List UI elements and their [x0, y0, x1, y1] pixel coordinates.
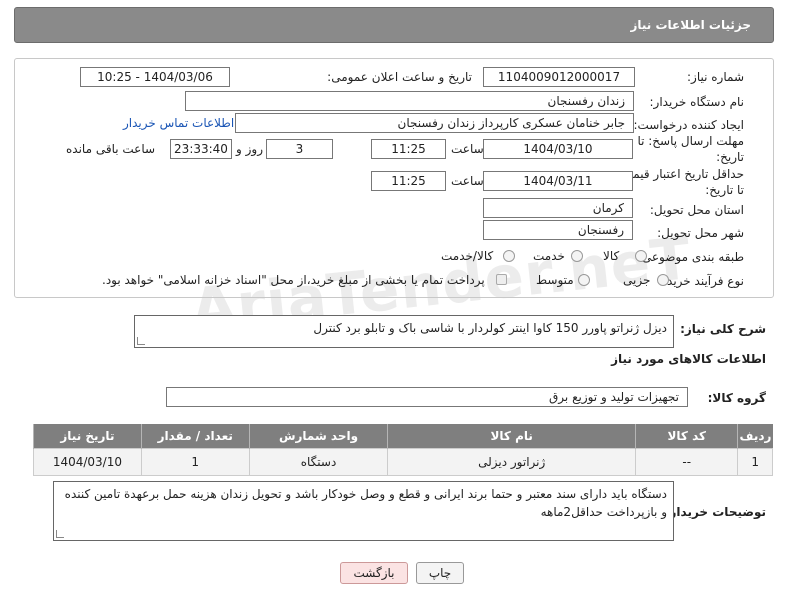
goods-table: ردیف کد کالا نام کالا واحد شمارش تعداد /… — [33, 424, 773, 476]
col-header-row-number: ردیف — [737, 424, 773, 449]
col-header-item-name: نام کالا — [387, 424, 636, 449]
reply-date-field[interactable]: 1404/03/10 — [483, 139, 633, 159]
reply-deadline-label-1: مهلت ارسال پاسخ: تا — [637, 134, 744, 148]
category-option-goods: کالا — [603, 249, 620, 263]
province-label: استان محل تحویل: — [649, 203, 744, 217]
col-header-item-code: کد کالا — [634, 424, 738, 449]
reply-deadline-label-2: تاریخ: — [716, 150, 744, 164]
price-date-field[interactable]: 1404/03/11 — [483, 171, 633, 191]
reply-days-label: روز و — [236, 142, 263, 156]
category-option-service: خدمت — [533, 249, 565, 263]
need-number-label: شماره نیاز: — [687, 70, 744, 84]
process-radio-medium[interactable] — [578, 274, 590, 286]
buyer-notes-text: دستگاه باید دارای سند معتبر و حتما برند … — [64, 487, 667, 519]
page-title: جزئیات اطلاعات نیاز — [630, 18, 751, 32]
requester-field[interactable]: جابر خنامان عسکری کارپرداز زندان رفسنجان — [235, 113, 634, 133]
city-field[interactable]: رفسنجان — [483, 220, 633, 240]
need-number-field[interactable]: 1104009012000017 — [483, 67, 635, 87]
province-field[interactable]: کرمان — [483, 198, 633, 218]
buyer-notes-label: توضیحات خریدار: — [664, 505, 766, 519]
buyer-org-label: نام دستگاه خریدار: — [649, 95, 745, 109]
price-time-label: ساعت — [451, 174, 484, 188]
requester-label: ایجاد کننده درخواست: — [633, 118, 744, 132]
goods-group-field[interactable]: تجهیزات تولید و توزیع برق — [166, 387, 688, 407]
category-radio-both[interactable] — [503, 250, 515, 262]
announce-datetime-label: تاریخ و ساعت اعلان عمومی: — [327, 70, 472, 84]
category-radio-service[interactable] — [571, 250, 583, 262]
col-header-unit: واحد شمارش — [248, 424, 388, 449]
category-option-both: کالا/خدمت — [441, 249, 494, 263]
print-button[interactable]: چاپ — [416, 562, 464, 584]
treasury-checkbox[interactable] — [496, 274, 507, 285]
buyer-notes-field[interactable]: دستگاه باید دارای سند معتبر و حتما برند … — [53, 481, 674, 541]
reply-days-field[interactable]: 3 — [266, 139, 333, 159]
resize-handle-icon[interactable] — [137, 337, 145, 345]
buyer-org-field[interactable]: زندان رفسنجان — [185, 91, 634, 111]
reply-time-field[interactable]: 11:25 — [371, 139, 446, 159]
resize-handle-icon[interactable] — [56, 530, 64, 538]
table-row[interactable]: 1 -- ژنراتور دیزلی دستگاه 1 1404/03/10 — [33, 448, 773, 476]
reply-time-label: ساعت — [451, 142, 484, 156]
description-text: دیزل ژنراتو پاورر 150 کاوا اینتر کولردار… — [313, 321, 667, 335]
col-header-need-date: تاریخ نیاز — [33, 424, 142, 449]
remaining-time-label: ساعت باقی مانده — [66, 142, 156, 156]
category-label: طبقه بندی موضوعی: — [637, 250, 744, 264]
back-button[interactable]: بازگشت — [340, 562, 408, 584]
city-label: شهر محل تحویل: — [657, 226, 744, 240]
cell-item-name: ژنراتور دیزلی — [387, 448, 636, 476]
cell-need-date: 1404/03/10 — [33, 448, 142, 476]
price-validity-label-1: حداقل تاریخ اعتبار قیمت: — [617, 167, 744, 181]
goods-section-title: اطلاعات کالاهای مورد نیاز — [611, 352, 766, 366]
cell-quantity: 1 — [140, 448, 250, 476]
category-radio-goods[interactable] — [635, 250, 647, 262]
goods-group-label: گروه کالا: — [707, 391, 766, 405]
announce-datetime-field[interactable]: 1404/03/06 - 10:25 — [80, 67, 230, 87]
process-option-minor: جزیی — [623, 273, 651, 287]
cell-row-number: 1 — [737, 448, 773, 476]
description-label: شرح کلی نیاز: — [680, 322, 766, 336]
treasury-note: پرداخت تمام یا بخشی از مبلغ خرید،از محل … — [102, 273, 485, 287]
cell-item-code: -- — [634, 448, 739, 476]
description-field[interactable]: دیزل ژنراتو پاورر 150 کاوا اینتر کولردار… — [134, 315, 674, 348]
col-header-quantity: تعداد / مقدار — [140, 424, 250, 449]
table-header-row: ردیف کد کالا نام کالا واحد شمارش تعداد /… — [33, 424, 773, 449]
process-option-medium: متوسط — [536, 273, 574, 287]
buyer-contact-link[interactable]: اطلاعات تماس خریدار — [123, 116, 234, 130]
process-radio-minor[interactable] — [657, 274, 669, 286]
process-label: نوع فرآیند خرید : — [659, 274, 744, 288]
price-time-field[interactable]: 11:25 — [371, 171, 446, 191]
price-validity-label-2: تا تاریخ: — [705, 183, 744, 197]
remaining-time-field[interactable]: 23:33:40 — [170, 139, 232, 159]
page-header: جزئیات اطلاعات نیاز — [14, 7, 774, 43]
cell-unit: دستگاه — [248, 448, 389, 476]
